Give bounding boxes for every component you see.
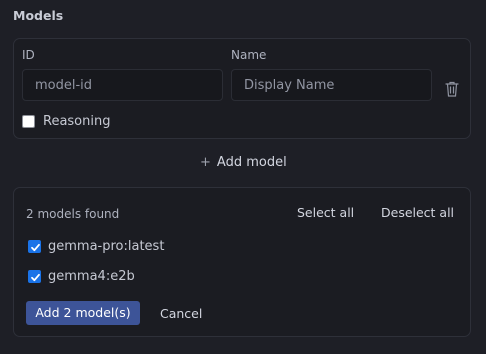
cancel-button[interactable]: Cancel xyxy=(160,306,202,321)
section-title: Models xyxy=(13,8,64,23)
discovered-models-card: 2 models found Select all Deselect all g… xyxy=(13,187,471,337)
model-name: gemma-pro:latest xyxy=(48,239,165,254)
display-name-input[interactable] xyxy=(231,69,432,101)
model-form-card: ID Name Reasoning xyxy=(13,38,471,139)
id-label: ID xyxy=(22,48,35,62)
model-id-input[interactable] xyxy=(22,69,223,101)
models-found-text: 2 models found xyxy=(26,207,120,221)
plus-icon: + xyxy=(200,155,211,170)
reasoning-checkbox[interactable] xyxy=(22,115,35,128)
add-selected-models-button[interactable]: Add 2 model(s) xyxy=(26,301,140,325)
reasoning-label: Reasoning xyxy=(43,114,111,129)
model-checkbox[interactable] xyxy=(28,240,41,253)
model-name: gemma4:e2b xyxy=(48,269,135,284)
trash-icon[interactable] xyxy=(444,80,460,98)
add-model-button[interactable]: + Add model xyxy=(200,155,287,170)
select-all-button[interactable]: Select all xyxy=(297,205,354,220)
name-label: Name xyxy=(231,48,267,62)
deselect-all-button[interactable]: Deselect all xyxy=(381,205,454,220)
add-model-label: Add model xyxy=(216,155,287,170)
model-checkbox[interactable] xyxy=(28,270,41,283)
